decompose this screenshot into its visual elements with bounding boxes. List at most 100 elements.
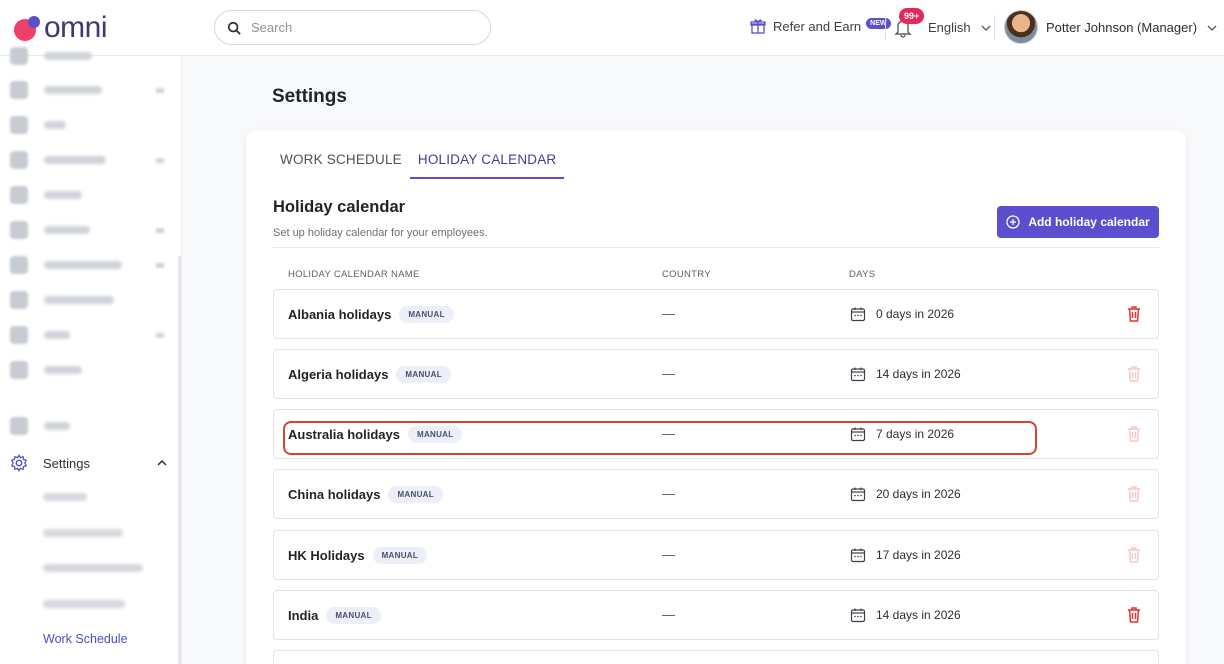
language-select[interactable]: English bbox=[928, 20, 991, 35]
column-header-days: DAYS bbox=[849, 269, 876, 280]
calendar-icon bbox=[850, 367, 866, 382]
sidebar-sub-custom-groups[interactable] bbox=[43, 600, 125, 608]
chevron-down-icon bbox=[156, 87, 164, 93]
sidebar-sub-access-control[interactable] bbox=[43, 529, 123, 537]
country-value: — bbox=[662, 607, 675, 622]
sidebar-item-label bbox=[44, 52, 92, 60]
chevron-down-icon bbox=[156, 262, 164, 268]
top-bar: omni Search Refer and Earn NEW 99+ Engli… bbox=[0, 0, 1224, 56]
sidebar-item-expense[interactable] bbox=[10, 220, 170, 240]
trash-icon[interactable] bbox=[1127, 306, 1141, 322]
sidebar-item-payroll[interactable] bbox=[10, 185, 170, 205]
user-menu[interactable]: Potter Johnson (Manager) bbox=[1046, 20, 1217, 35]
sidebar-item-label bbox=[44, 226, 90, 234]
language-label: English bbox=[928, 20, 971, 35]
days-value: 14 days in 2026 bbox=[876, 608, 961, 622]
settings-label: Settings bbox=[43, 455, 90, 471]
performance-icon bbox=[10, 256, 28, 274]
payroll-icon bbox=[10, 186, 28, 204]
calendar-name: Algeria holidays bbox=[288, 366, 389, 382]
trash-icon bbox=[1128, 426, 1140, 442]
sidebar-item-okr[interactable] bbox=[10, 325, 170, 345]
search-input[interactable]: Search bbox=[214, 10, 491, 45]
trash-icon bbox=[1128, 366, 1140, 382]
calendar-icon bbox=[850, 548, 866, 563]
chevron-down-icon bbox=[1207, 25, 1217, 31]
sidebar-item-label bbox=[44, 156, 106, 164]
sidebar-item-label bbox=[44, 366, 82, 374]
highlight-annotation bbox=[283, 421, 1037, 455]
days-value: 14 days in 2026 bbox=[876, 367, 961, 381]
table-row[interactable]: India MANUAL — 14 days in 2026 bbox=[273, 590, 1159, 640]
sidebar-sub-work-schedule[interactable]: Work Schedule bbox=[43, 632, 128, 646]
sidebar-item-label bbox=[44, 422, 70, 430]
chevron-down-icon bbox=[156, 332, 164, 338]
page-title: Settings bbox=[272, 86, 347, 107]
sidebar-item-attendance[interactable] bbox=[10, 150, 170, 170]
days-value: 17 days in 2026 bbox=[876, 548, 961, 562]
expense-icon bbox=[10, 221, 28, 239]
workflow-icon bbox=[10, 81, 28, 99]
calendar-icon bbox=[850, 608, 866, 623]
column-header-name: HOLIDAY CALENDAR NAME bbox=[288, 269, 420, 280]
refer-and-earn-link[interactable]: Refer and Earn NEW bbox=[750, 17, 891, 34]
calendar-icon bbox=[850, 487, 866, 502]
manual-badge: MANUAL bbox=[388, 485, 443, 503]
sidebar-item-analytics[interactable] bbox=[10, 46, 170, 66]
sidebar-item-apps[interactable] bbox=[10, 416, 170, 436]
search-icon bbox=[227, 21, 241, 35]
notification-count-badge: 99+ bbox=[899, 8, 925, 24]
table-row[interactable]: Algeria holidays MANUAL — 14 days in 2026 bbox=[273, 349, 1159, 399]
omni-logo[interactable]: omni bbox=[14, 11, 108, 45]
manual-badge: MANUAL bbox=[372, 546, 428, 564]
sidebar-item-survey[interactable] bbox=[10, 360, 170, 380]
sidebar-sub-general[interactable] bbox=[43, 493, 87, 501]
user-name: Potter Johnson (Manager) bbox=[1046, 20, 1198, 35]
tab-holiday-calendar[interactable]: HOLIDAY CALENDAR bbox=[409, 148, 565, 179]
refer-label: Refer and Earn bbox=[773, 18, 862, 34]
table-row[interactable]: HK Holidays MANUAL — 17 days in 2026 bbox=[273, 530, 1159, 580]
manual-badge: MANUAL bbox=[326, 606, 381, 624]
chevron-up-icon[interactable] bbox=[156, 457, 168, 469]
chevron-down-icon bbox=[981, 25, 991, 31]
sidebar-item-label bbox=[44, 296, 114, 304]
sidebar-item-time-off[interactable] bbox=[10, 115, 170, 135]
add-button-label: Add holiday calendar bbox=[1028, 215, 1150, 229]
apps-icon bbox=[10, 417, 28, 435]
table-row[interactable]: Albania holidays MANUAL — 0 days in 2026 bbox=[273, 289, 1159, 339]
table-row[interactable]: China holidays MANUAL — 20 days in 2026 bbox=[273, 469, 1159, 519]
logo-text: omni bbox=[44, 11, 108, 44]
column-header-country: COUNTRY bbox=[662, 269, 711, 280]
calendar-icon bbox=[850, 307, 866, 322]
wrench-icon bbox=[10, 326, 28, 344]
tab-work-schedule[interactable]: WORK SCHEDULE bbox=[272, 148, 410, 179]
section-divider bbox=[273, 247, 1159, 248]
days-value: 20 days in 2026 bbox=[876, 487, 961, 501]
sidebar-item-workflow[interactable] bbox=[10, 80, 170, 100]
sidebar-item-performance[interactable] bbox=[10, 290, 170, 310]
sidebar-item-performance-new[interactable] bbox=[10, 255, 170, 275]
calendar-name: Albania holidays bbox=[288, 306, 392, 322]
calendar-name: India bbox=[288, 607, 319, 623]
country-value: — bbox=[662, 366, 675, 381]
logo-mark-dot bbox=[28, 16, 40, 28]
manual-badge: MANUAL bbox=[396, 365, 451, 383]
avatar[interactable] bbox=[1004, 10, 1038, 44]
trash-icon bbox=[1128, 486, 1140, 502]
sidebar-item-label bbox=[44, 86, 102, 94]
new-badge: NEW bbox=[866, 17, 891, 29]
add-holiday-calendar-button[interactable]: Add holiday calendar bbox=[997, 206, 1159, 238]
sidebar-item-label bbox=[44, 331, 70, 339]
sidebar-sub-field-management[interactable] bbox=[43, 564, 143, 572]
sidebar-scrollbar[interactable] bbox=[178, 256, 181, 664]
chevron-down-icon bbox=[156, 227, 164, 233]
trash-icon[interactable] bbox=[1127, 607, 1141, 623]
chevron-down-icon bbox=[156, 157, 164, 163]
gear-icon bbox=[10, 454, 28, 472]
table-row[interactable] bbox=[273, 650, 1159, 664]
sidebar-item-settings[interactable]: Settings bbox=[10, 452, 170, 474]
sidebar-item-label bbox=[44, 121, 66, 129]
section-subtitle: Set up holiday calendar for your employe… bbox=[273, 227, 488, 239]
survey-icon bbox=[10, 361, 28, 379]
clock-icon bbox=[10, 151, 28, 169]
